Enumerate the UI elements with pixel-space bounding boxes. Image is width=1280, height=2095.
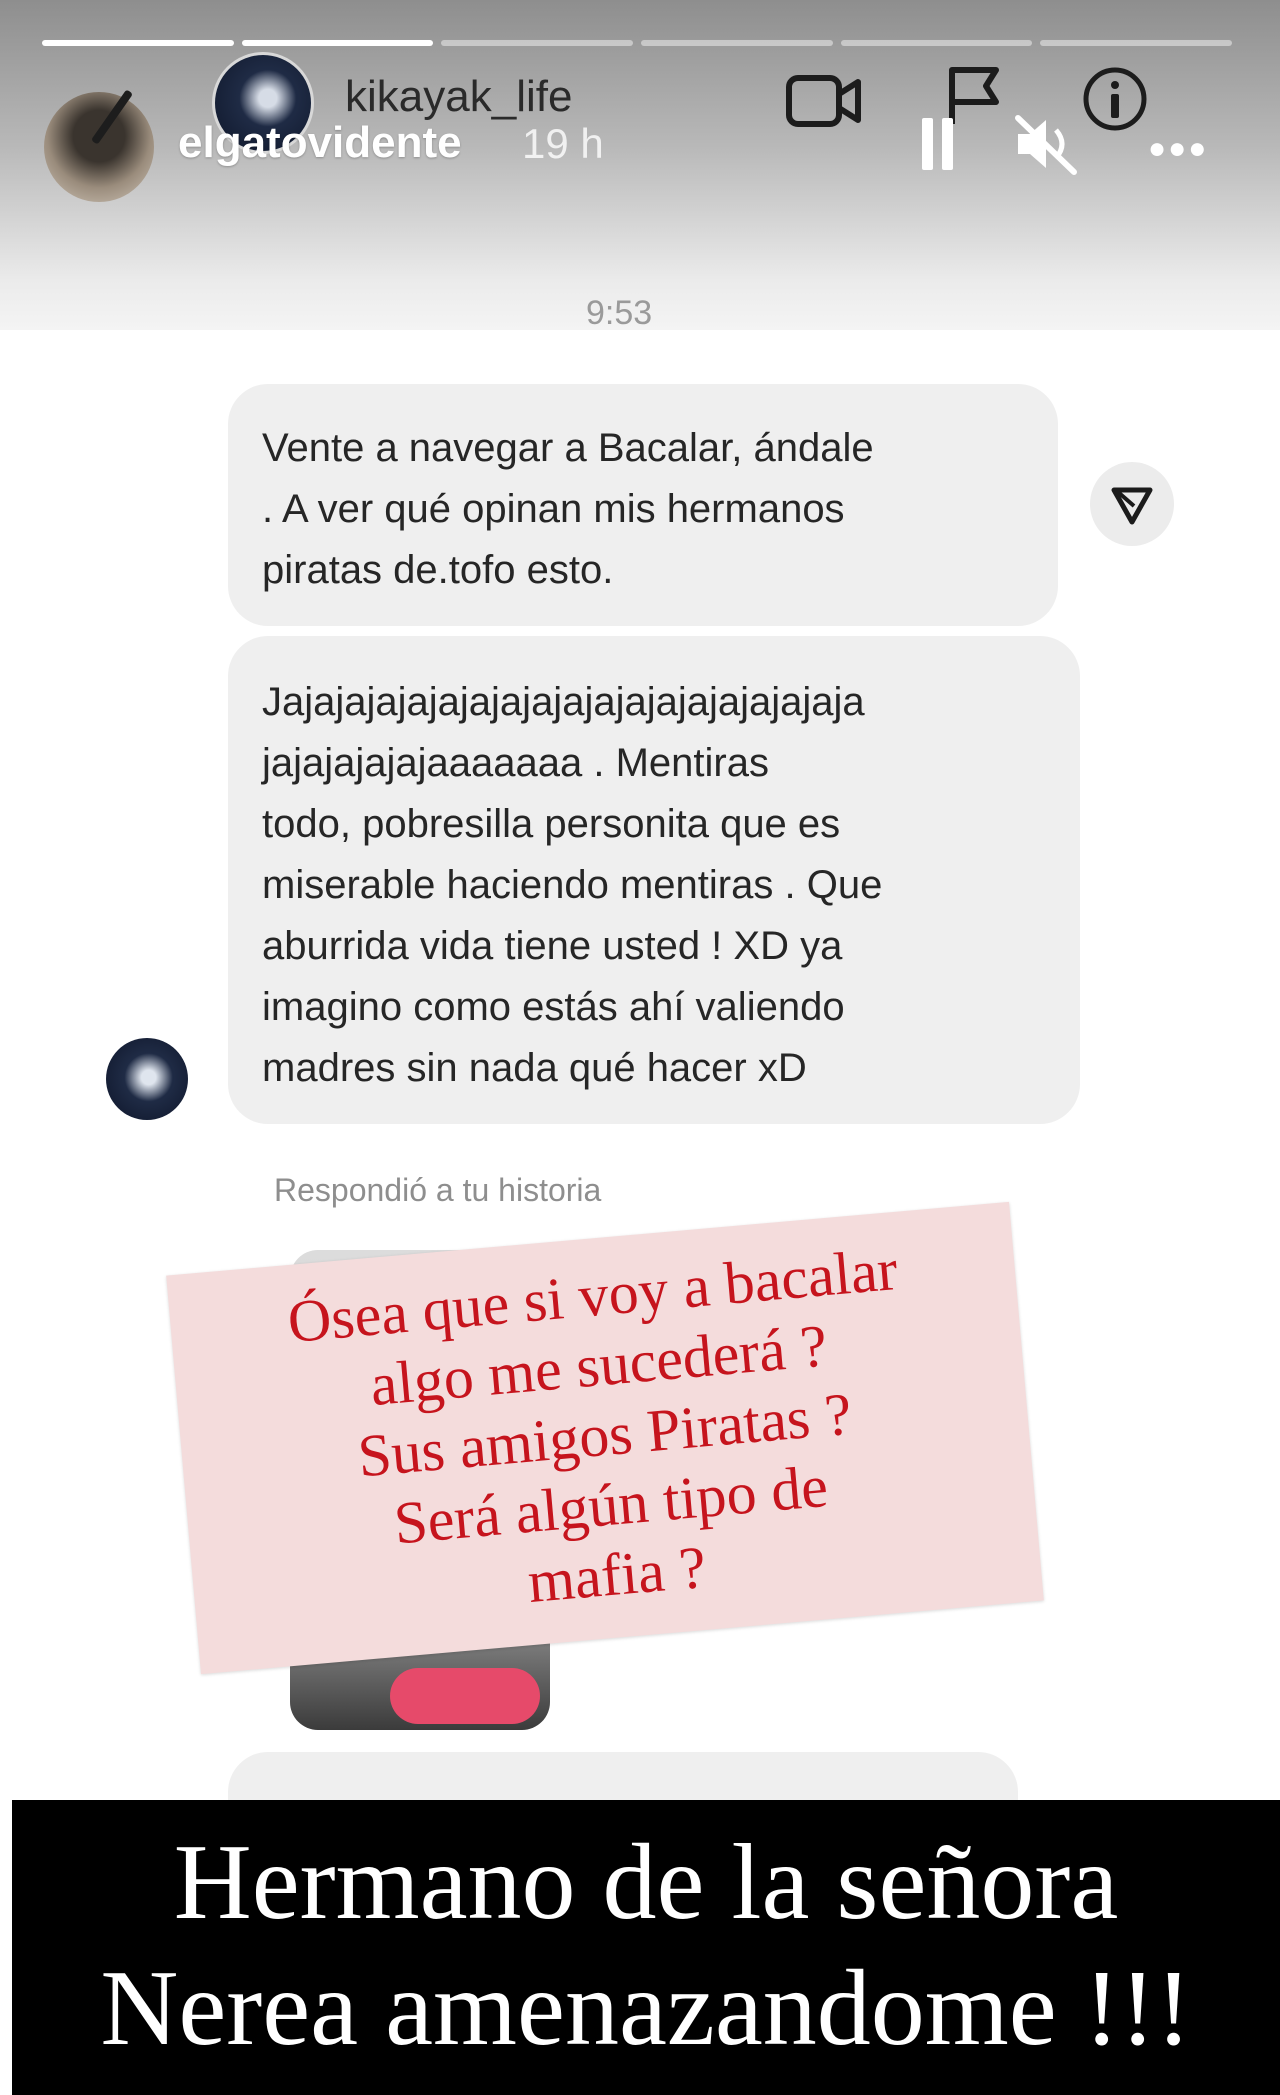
progress-segment [1040,40,1233,46]
progress-segment [241,40,434,46]
caption-line: Nerea amenazandome !!! [100,1949,1192,2068]
message-line: piratas de.tofo esto. [262,548,614,592]
story-reaction-badge [390,1668,540,1724]
message-line: miserable haciendo mentiras . Que [262,863,883,907]
story-caption: Hermano de la señora Nerea amenazandome … [12,1800,1280,2095]
message-line: . A ver qué opinan mis hermanos [262,487,845,531]
pause-icon[interactable] [920,118,956,170]
progress-segment [441,40,634,46]
info-icon [1083,67,1147,131]
share-icon [1111,487,1153,525]
message-line: Vente a navegar a Bacalar, ándale [262,426,874,470]
message-line: aburrida vida tiene usted ! XD ya [262,924,843,968]
progress-segment [641,40,833,46]
story-author-avatar[interactable] [44,89,154,202]
message-line: madres sin nada qué hacer xD [262,1046,807,1090]
sender-avatar [106,1038,188,1120]
more-icon[interactable]: ●●● [1148,132,1208,166]
progress-segment [42,40,234,46]
share-button[interactable] [1090,462,1174,546]
story-progress-bar [42,40,1233,46]
video-icon [786,75,861,127]
message-line: todo, pobresilla personita que es [262,802,841,846]
message-line: jajajajajajaaaaaaa . Mentiras [262,741,769,785]
message-line: imagino como estás ahí valiendo [262,985,845,1029]
dm-contact-username: kikayak_life [345,72,573,121]
caption-line: Hermano de la señora [173,1823,1119,1942]
flag-icon [949,67,999,124]
story-author-username[interactable]: elgatovidente [178,118,462,168]
text-sticker: Ósea que si voy a bacalar algo me sucede… [166,1201,1044,1675]
message-bubble: Jajajajajajajajajajajajajajajajajajaja j… [228,636,1080,1124]
message-line: Jajajajajajajajajajajajajajajajajajaja [262,680,865,724]
message-timestamp: 9:53 [586,294,653,332]
progress-segment [840,40,1033,46]
replied-to-story-label: Respondió a tu historia [274,1172,602,1208]
message-bubble: Vente a navegar a Bacalar, ándale . A ve… [228,384,1058,626]
mute-icon[interactable] [1012,112,1082,176]
story-time-ago: 19 h [522,120,604,167]
